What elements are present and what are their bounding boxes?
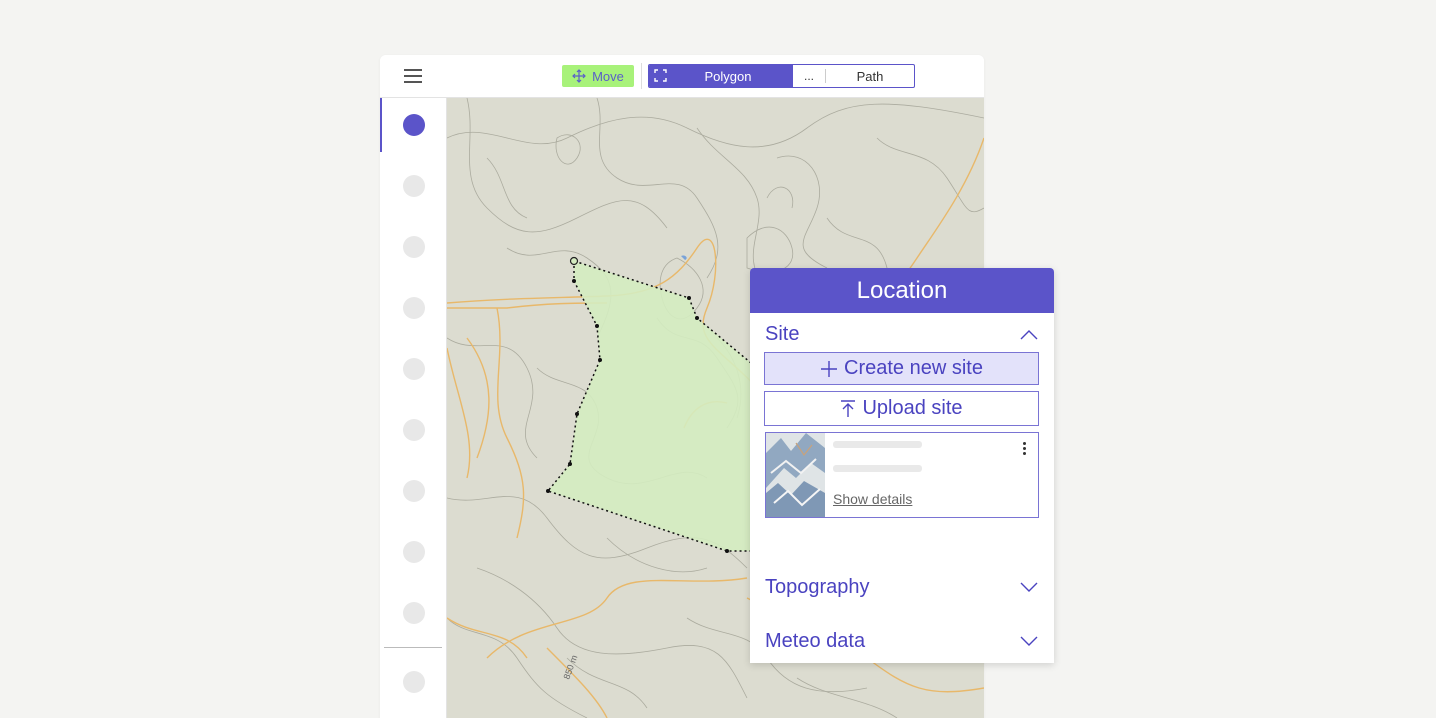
site-name-placeholder xyxy=(833,441,922,448)
toolbar-divider xyxy=(641,63,642,89)
circle-icon xyxy=(403,480,425,502)
upload-site-label: Upload site xyxy=(862,397,963,419)
move-tool-label: Move xyxy=(592,68,624,84)
upload-arrow-icon xyxy=(841,399,856,417)
meteo-section-header[interactable]: Meteo data xyxy=(765,626,1039,656)
sidebar-item-1[interactable] xyxy=(380,98,448,152)
create-new-site-label: Create new site xyxy=(844,357,983,379)
chevron-down-icon xyxy=(1020,636,1038,646)
circle-icon xyxy=(403,114,425,136)
sidebar-divider xyxy=(384,647,442,648)
chevron-down-icon xyxy=(1020,582,1038,592)
site-section-header[interactable]: Site xyxy=(765,319,1039,349)
upload-site-button[interactable]: Upload site xyxy=(764,391,1039,426)
meteo-section-title: Meteo data xyxy=(765,629,866,652)
sidebar-item-9[interactable] xyxy=(380,586,446,640)
sidebar-item-2[interactable] xyxy=(380,159,446,213)
circle-icon xyxy=(403,671,425,693)
hamburger-menu-icon[interactable] xyxy=(404,67,424,85)
polygon-mode-button[interactable]: Polygon xyxy=(649,65,793,87)
sidebar-item-3[interactable] xyxy=(380,220,446,274)
draw-mode-selector: Polygon ... Path xyxy=(648,64,915,88)
circle-icon xyxy=(403,358,425,380)
sidebar-item-10[interactable] xyxy=(380,655,446,709)
circle-icon xyxy=(403,541,425,563)
site-info-placeholder xyxy=(833,465,922,472)
topography-section-title: Topography xyxy=(765,575,870,598)
circle-icon xyxy=(403,602,425,624)
create-new-site-button[interactable]: Create new site xyxy=(764,352,1039,385)
topography-section-header[interactable]: Topography xyxy=(765,572,1039,602)
polygon-mode-label: Polygon xyxy=(704,68,752,84)
more-modes-button[interactable]: ... xyxy=(793,69,826,83)
site-section-title: Site xyxy=(765,322,800,345)
sidebar-item-6[interactable] xyxy=(380,403,446,457)
circle-icon xyxy=(403,297,425,319)
frame-corners-icon xyxy=(654,69,667,82)
circle-icon xyxy=(403,236,425,258)
sidebar-item-5[interactable] xyxy=(380,342,446,396)
plus-icon xyxy=(821,360,838,377)
sidebar-item-8[interactable] xyxy=(380,525,446,579)
sidebar-item-7[interactable] xyxy=(380,464,446,518)
panel-title: Location xyxy=(750,268,1054,313)
site-card[interactable]: Show details xyxy=(765,432,1039,518)
show-details-link[interactable]: Show details xyxy=(833,491,912,507)
sidebar xyxy=(380,98,447,718)
kebab-menu-icon[interactable] xyxy=(1021,441,1029,457)
location-panel: Location Site Create new site Upload sit… xyxy=(750,268,1054,663)
circle-icon xyxy=(403,175,425,197)
path-mode-button[interactable]: Path xyxy=(826,65,914,87)
chevron-up-icon xyxy=(1020,330,1038,340)
move-tool-button[interactable]: Move xyxy=(562,65,634,87)
move-arrows-icon xyxy=(572,69,586,83)
circle-icon xyxy=(403,419,425,441)
toolbar: Move Polygon ... Path xyxy=(380,55,984,98)
site-thumbnail xyxy=(766,433,825,517)
sidebar-item-4[interactable] xyxy=(380,281,446,335)
